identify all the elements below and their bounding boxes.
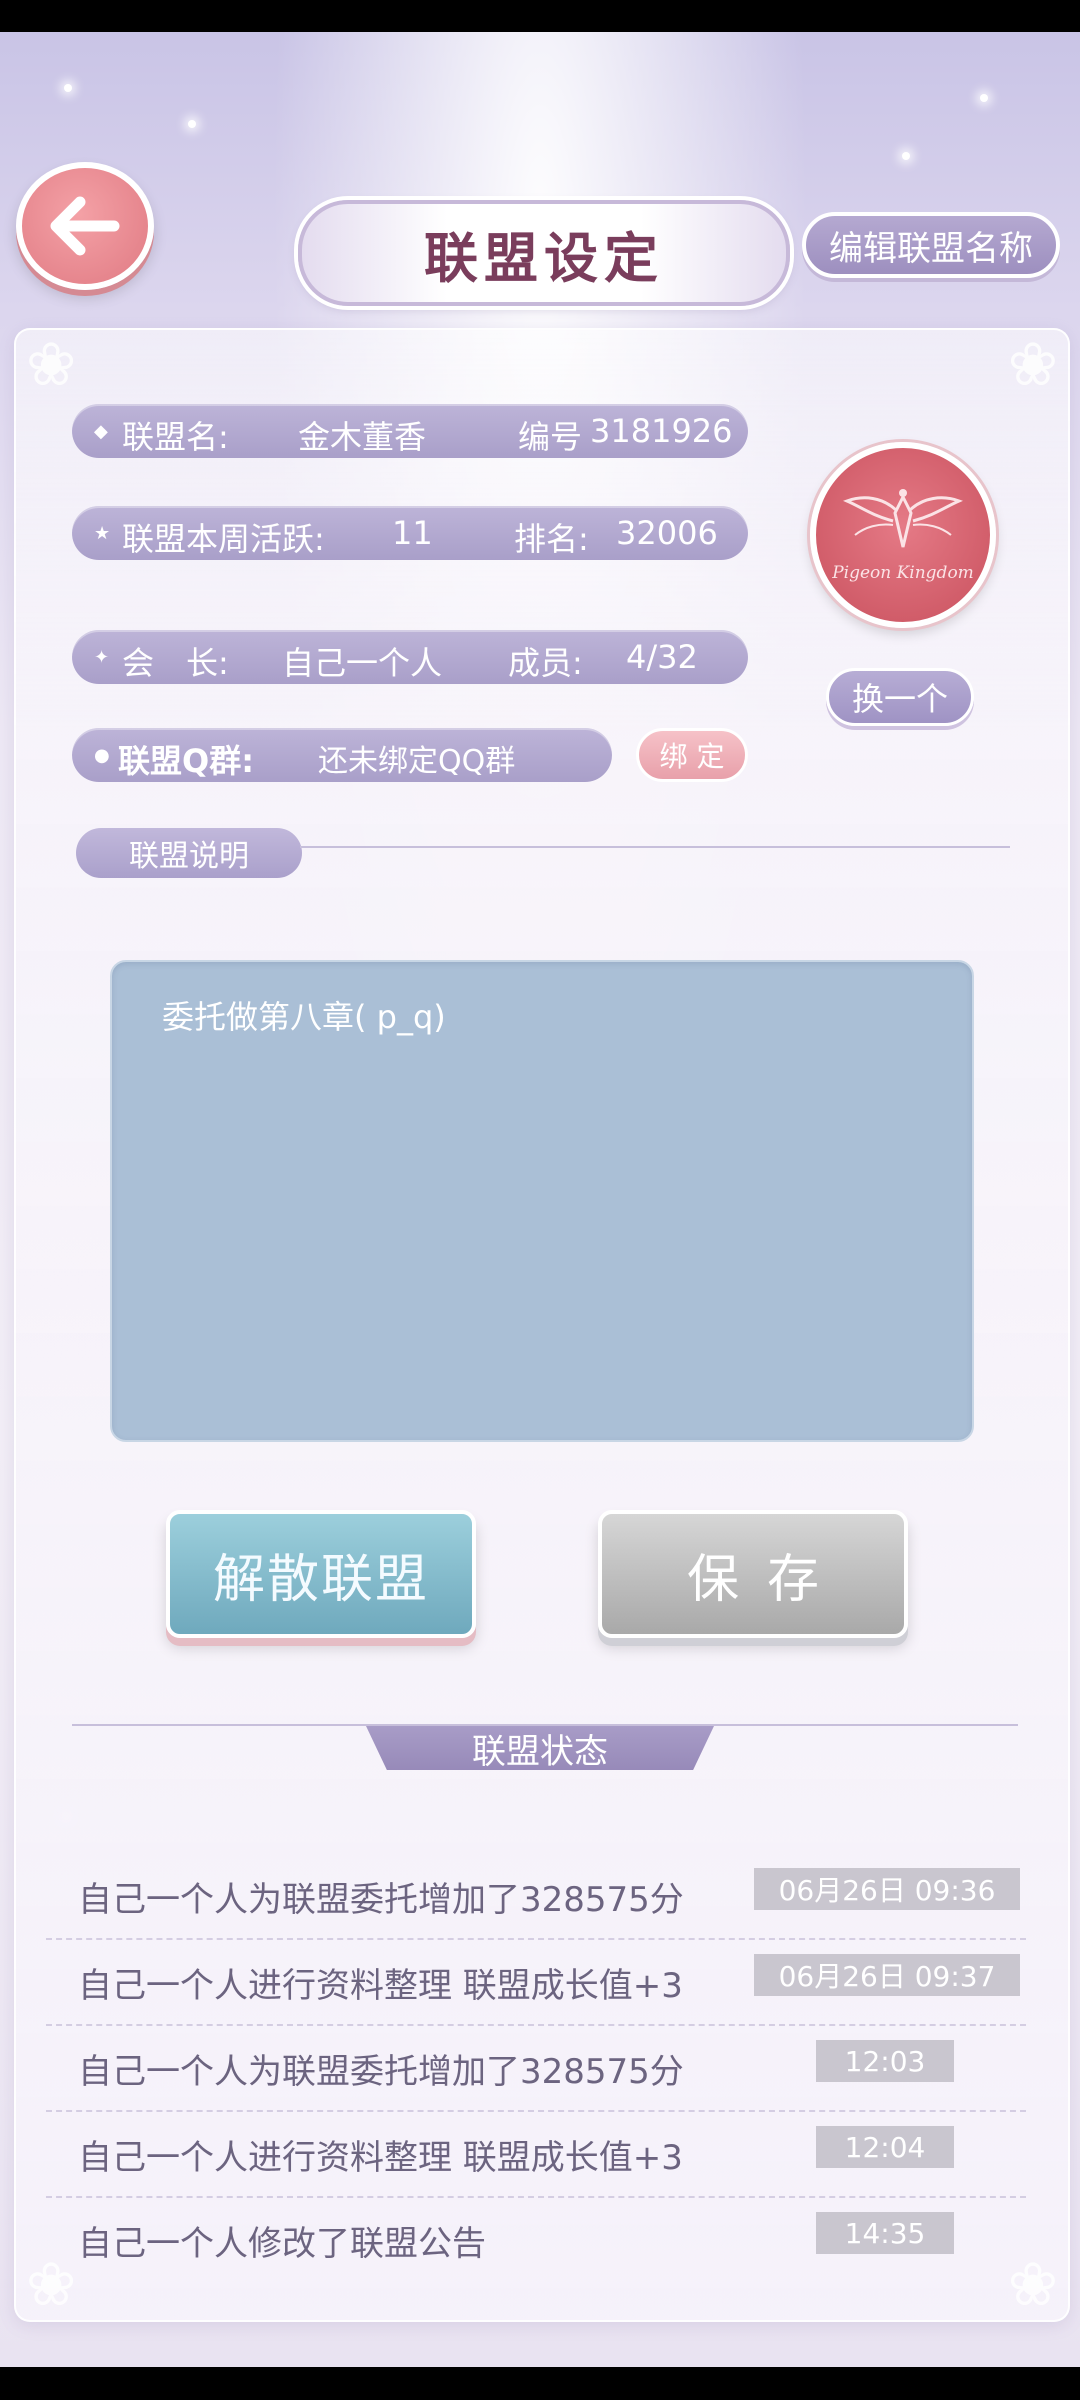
weekly-activity-label: 联盟本周活跃: <box>122 520 325 558</box>
alliance-emblem[interactable]: Pigeon Kingdom <box>810 442 996 628</box>
edit-alliance-name-button[interactable]: 编辑联盟名称 <box>802 212 1060 278</box>
rose-corner-icon: ❀ <box>26 330 77 400</box>
arrow-left-icon <box>50 196 120 256</box>
qq-group-label: 联盟Q群: <box>118 742 255 780</box>
alliance-description-text: 委托做第八章( p_q) <box>162 998 446 1036</box>
status-log-item: 自己一个人修改了联盟公告 14:35 <box>46 2196 1026 2282</box>
page-title-plate: 联盟设定 <box>298 200 790 306</box>
alliance-description-input[interactable]: 委托做第八章( p_q) <box>110 960 974 1442</box>
status-log-item: 自己一个人进行资料整理 联盟成长值+3 12:04 <box>46 2110 1026 2198</box>
members-value: 4/32 <box>626 638 698 676</box>
rose-corner-icon: ❀ <box>1007 330 1058 400</box>
alliance-name-value: 金木董香 <box>298 418 427 456</box>
back-button[interactable] <box>16 162 154 290</box>
bind-qq-button[interactable]: 绑 定 <box>636 728 748 782</box>
status-divider <box>72 1724 1018 1726</box>
app-screen: 联盟设定 编辑联盟名称 ❀ ❀ ❀ ❀ ◆ 联盟名: 金木董香 编号 31819… <box>0 32 1080 2367</box>
section-divider <box>300 846 1010 848</box>
log-text: 自己一个人进行资料整理 联盟成长值+3 <box>78 2138 683 2178</box>
log-text: 自己一个人进行资料整理 联盟成长值+3 <box>78 1966 683 2006</box>
status-log-item: 自己一个人为联盟委托增加了328575分 06月26日 09:36 <box>46 1852 1026 1940</box>
log-time: 12:04 <box>816 2126 954 2168</box>
star-icon: ★ <box>94 522 111 544</box>
shield-icon: ◆ <box>94 420 108 442</box>
log-time: 06月26日 09:36 <box>754 1868 1020 1910</box>
log-time: 14:35 <box>816 2212 954 2254</box>
page-title: 联盟设定 <box>424 225 664 290</box>
alliance-name-label: 联盟名: <box>122 418 229 456</box>
alliance-id-label: 编号 <box>518 418 583 456</box>
alliance-qq-row: ● 联盟Q群: 还未绑定QQ群 <box>72 728 612 782</box>
alliance-id-value: 3181926 <box>590 412 733 450</box>
save-button[interactable]: 保存 <box>598 1510 908 1638</box>
log-time: 06月26日 09:37 <box>754 1954 1020 1996</box>
status-log-item: 自己一个人为联盟委托增加了328575分 12:03 <box>46 2024 1026 2112</box>
sparkle-decoration <box>188 120 196 128</box>
winged-crest-icon <box>843 489 963 548</box>
log-text: 自己一个人为联盟委托增加了328575分 <box>78 2052 684 2092</box>
sparkle-decoration <box>902 152 910 160</box>
swap-emblem-button[interactable]: 换一个 <box>826 668 974 726</box>
sparkle-icon: ✦ <box>94 646 110 668</box>
alliance-activity-row: ★ 联盟本周活跃: 11 排名: 32006 <box>72 506 748 560</box>
rank-label: 排名: <box>514 520 589 558</box>
log-time: 12:03 <box>816 2040 954 2082</box>
sparkle-decoration <box>64 84 72 92</box>
qq-group-value: 还未绑定QQ群 <box>318 744 516 779</box>
sparkle-decoration <box>980 94 988 102</box>
rank-value: 32006 <box>616 514 718 552</box>
members-label: 成员: <box>508 644 583 682</box>
bell-icon: ● <box>94 744 110 766</box>
status-log-item: 自己一个人进行资料整理 联盟成长值+3 06月26日 09:37 <box>46 1938 1026 2026</box>
leader-label: 会 长: <box>122 644 229 682</box>
dissolve-alliance-button[interactable]: 解散联盟 <box>166 1510 476 1638</box>
emblem-text: Pigeon Kingdom <box>832 563 974 583</box>
alliance-leader-row: ✦ 会 长: 自己一个人 成员: 4/32 <box>72 630 748 684</box>
log-text: 自己一个人修改了联盟公告 <box>78 2224 486 2264</box>
weekly-activity-value: 11 <box>392 514 433 552</box>
status-section-title: 联盟状态 <box>366 1726 714 1770</box>
description-section-label: 联盟说明 <box>76 828 302 878</box>
log-text: 自己一个人为联盟委托增加了328575分 <box>78 1880 684 1920</box>
leader-value: 自己一个人 <box>282 644 443 682</box>
alliance-name-row: ◆ 联盟名: 金木董香 编号 3181926 <box>72 404 748 458</box>
